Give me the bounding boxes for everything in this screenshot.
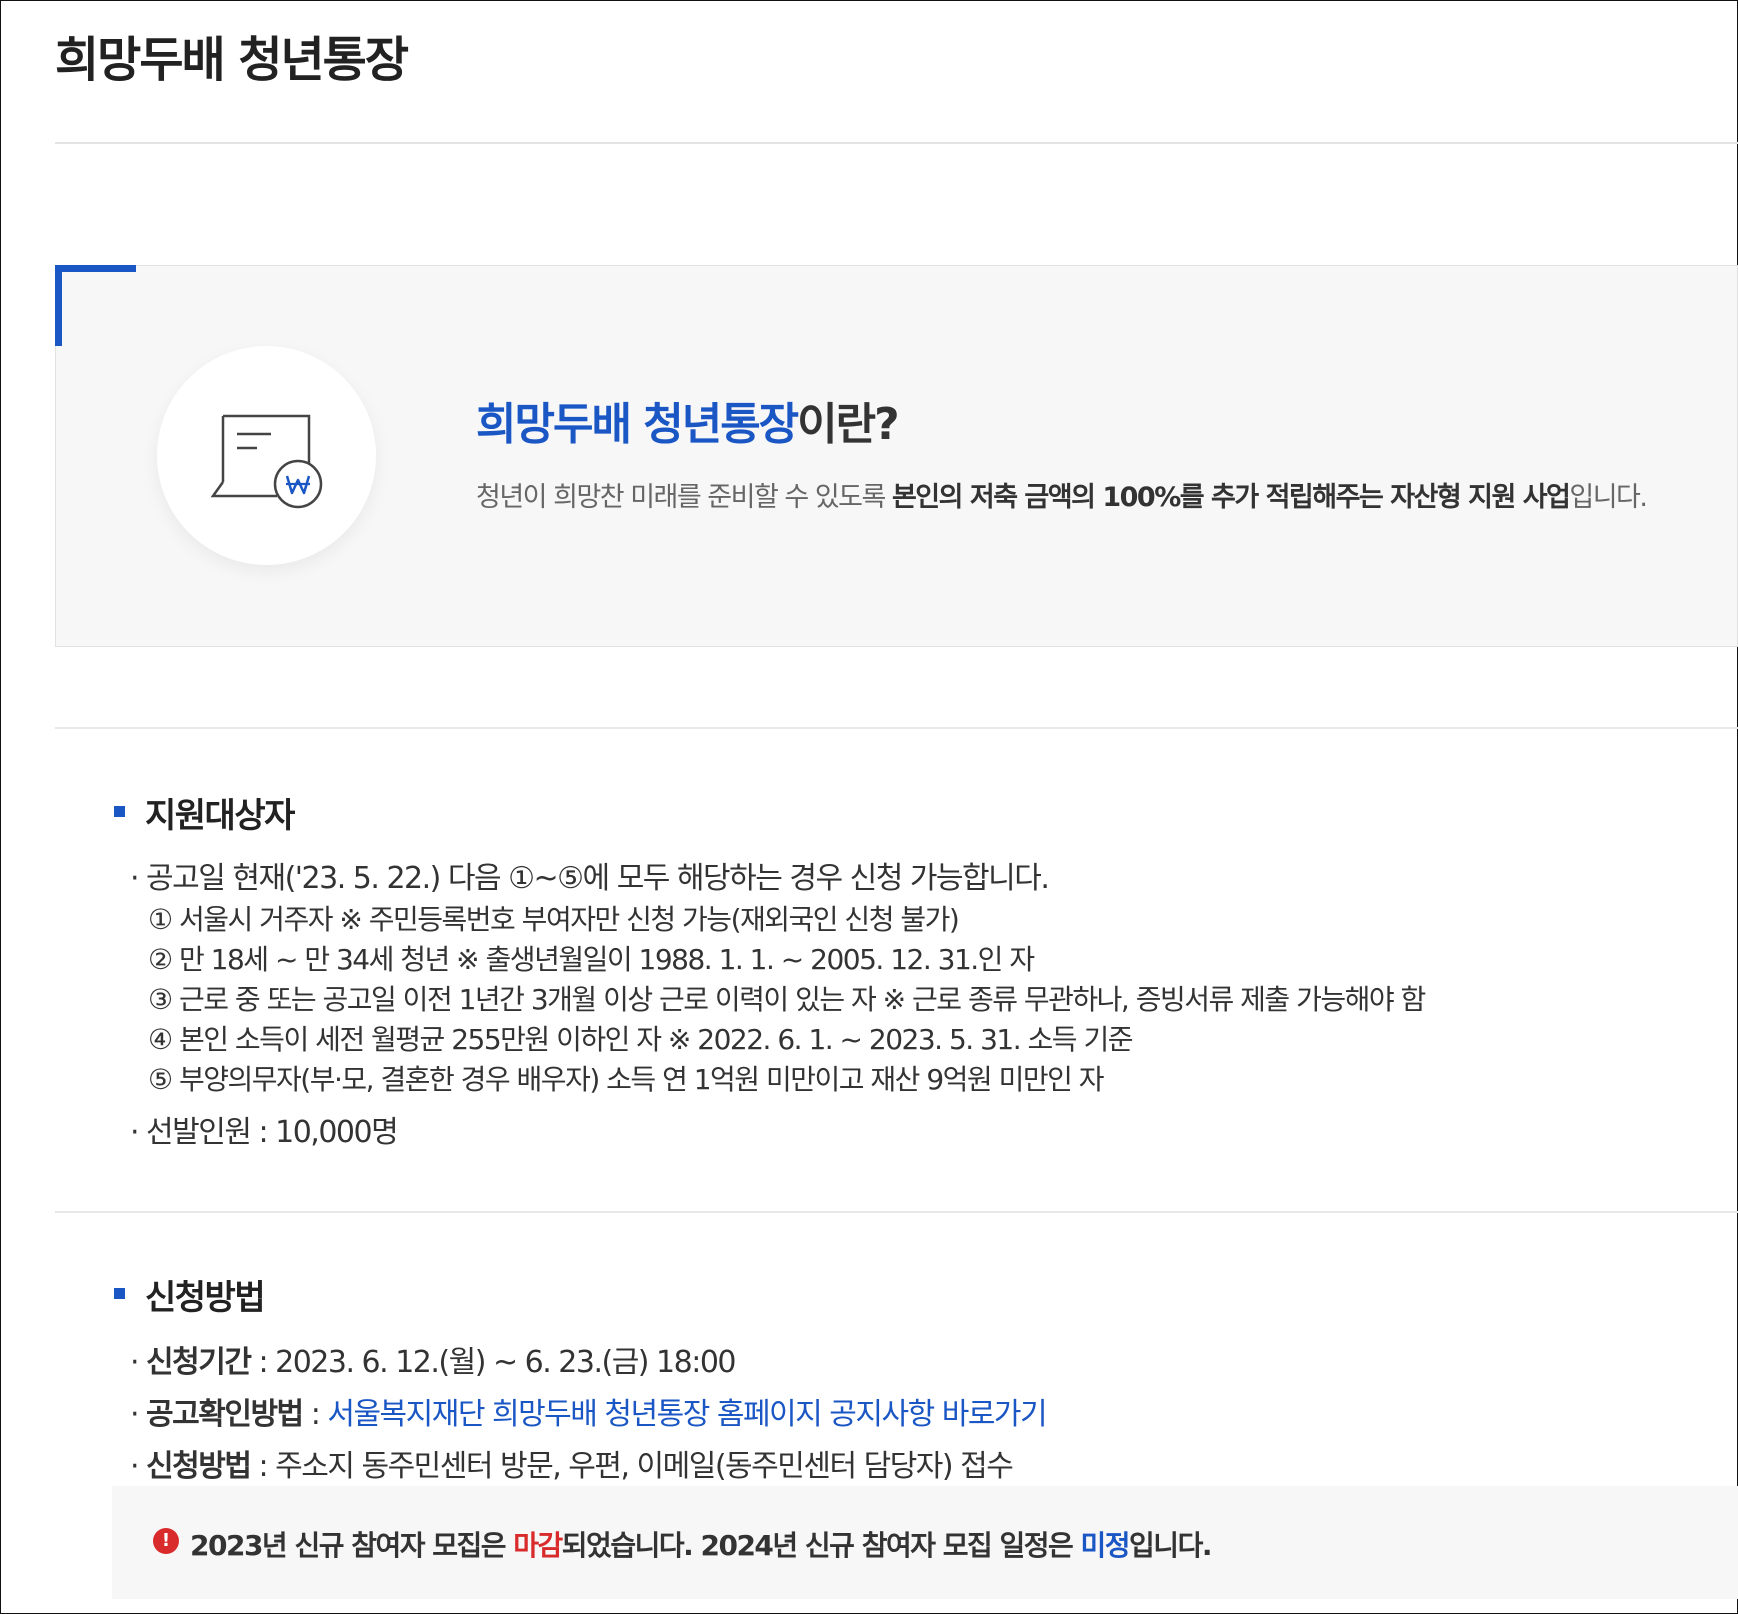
intro-desc-prefix: 청년이 희망찬 미래를 준비할 수 있도록 bbox=[476, 482, 892, 513]
eligibility-heading: 지원대상자 bbox=[114, 788, 295, 837]
apply-notice-separator: : bbox=[302, 1397, 328, 1432]
intro-corner-accent bbox=[55, 265, 136, 346]
alert-text: 2023년 신규 참여자 모집은 마감되었습니다. 2024년 신규 참여자 모… bbox=[190, 1524, 1212, 1564]
eligibility-item: ④ 본인 소득이 세전 월평균 255만원 이하인 자 ※ 2022. 6. 1… bbox=[148, 1023, 1133, 1056]
alert-undecided-label: 미정 bbox=[1080, 1529, 1131, 1562]
apply-heading-text: 신청방법 bbox=[145, 1278, 266, 1318]
bullet-square-icon bbox=[114, 806, 125, 817]
apply-notice-label: 공고확인방법 bbox=[146, 1397, 304, 1432]
intro-description: 청년이 희망찬 미래를 준비할 수 있도록 본인의 저축 금액의 100%를 추… bbox=[476, 475, 1648, 514]
eligibility-lead: · 공고일 현재('23. 5. 22.) 다음 ①~⑤에 모두 해당하는 경우 … bbox=[130, 853, 1050, 897]
apply-period-label: 신청기간 bbox=[146, 1345, 252, 1380]
bullet-dot-icon: · bbox=[130, 1449, 140, 1484]
apply-method: · 신청방법 : 주소지 동주민센터 방문, 우편, 이메일(동주민센터 담당자)… bbox=[130, 1441, 1014, 1485]
apply-period-value: : 2023. 6. 12.(월) ~ 6. 23.(금) 18:00 bbox=[250, 1345, 736, 1380]
title-divider bbox=[55, 142, 1738, 144]
alert-box: ! 2023년 신규 참여자 모집은 마감되었습니다. 2024년 신규 참여자… bbox=[112, 1486, 1738, 1599]
intro-desc-bold: 본인의 저축 금액의 100%를 추가 적립해주는 자산형 지원 사업 bbox=[891, 482, 1571, 513]
apply-method-value: : 주소지 동주민센터 방문, 우편, 이메일(동주민센터 담당자) 접수 bbox=[250, 1449, 1013, 1484]
alert-text-part1: 2023년 신규 참여자 모집은 bbox=[190, 1529, 514, 1562]
alert-text-part3: 입니다. bbox=[1129, 1529, 1212, 1562]
apply-heading: 신청방법 bbox=[114, 1270, 266, 1319]
intro-title: 희망두배 청년통장이란? bbox=[476, 388, 900, 452]
selection-count-text: 선발인원 : 10,000명 bbox=[146, 1115, 399, 1150]
bullet-dot-icon: · bbox=[130, 861, 140, 896]
intro-icon-circle bbox=[157, 346, 376, 565]
alert-text-part2: 되었습니다. 2024년 신규 참여자 모집 일정은 bbox=[561, 1529, 1081, 1562]
selection-count: · 선발인원 : 10,000명 bbox=[130, 1107, 399, 1151]
eligibility-item: ② 만 18세 ~ 만 34세 청년 ※ 출생년월일이 1988. 1. 1. … bbox=[148, 943, 1035, 976]
bullet-dot-icon: · bbox=[130, 1115, 140, 1150]
eligibility-lead-text: 공고일 현재('23. 5. 22.) 다음 ①~⑤에 모두 해당하는 경우 신… bbox=[146, 861, 1050, 896]
notice-homepage-link[interactable]: 서울복지재단 희망두배 청년통장 홈페이지 공지사항 바로가기 bbox=[327, 1397, 1047, 1432]
bullet-dot-icon: · bbox=[130, 1397, 140, 1432]
eligibility-item: ① 서울시 거주자 ※ 주민등록번호 부여자만 신청 가능(재외국인 신청 불가… bbox=[148, 903, 960, 936]
eligibility-item: ③ 근로 중 또는 공고일 이전 1년간 3개월 이상 근로 이력이 있는 자 … bbox=[148, 983, 1426, 1016]
intro-desc-suffix: 입니다. bbox=[1569, 482, 1648, 513]
apply-notice: · 공고확인방법 : 서울복지재단 희망두배 청년통장 홈페이지 공지사항 바로가… bbox=[130, 1389, 1048, 1433]
intro-title-suffix: 이란? bbox=[797, 399, 899, 450]
apply-method-label: 신청방법 bbox=[146, 1449, 252, 1484]
alert-closed-label: 마감 bbox=[513, 1529, 563, 1562]
apply-period: · 신청기간 : 2023. 6. 12.(월) ~ 6. 23.(금) 18:0… bbox=[130, 1337, 737, 1381]
document-won-icon bbox=[210, 414, 323, 509]
eligibility-heading-text: 지원대상자 bbox=[145, 796, 295, 836]
bullet-square-icon bbox=[114, 1288, 125, 1299]
page-title: 희망두배 청년통장 bbox=[55, 32, 409, 88]
section-divider bbox=[55, 1211, 1738, 1213]
section-divider bbox=[55, 727, 1738, 729]
eligibility-item: ⑤ 부양의무자(부·모, 결혼한 경우 배우자) 소득 연 1억원 미만이고 재… bbox=[148, 1063, 1105, 1096]
intro-title-highlight: 희망두배 청년통장 bbox=[476, 399, 799, 450]
bullet-dot-icon: · bbox=[130, 1345, 140, 1380]
exclamation-icon: ! bbox=[153, 1528, 179, 1554]
